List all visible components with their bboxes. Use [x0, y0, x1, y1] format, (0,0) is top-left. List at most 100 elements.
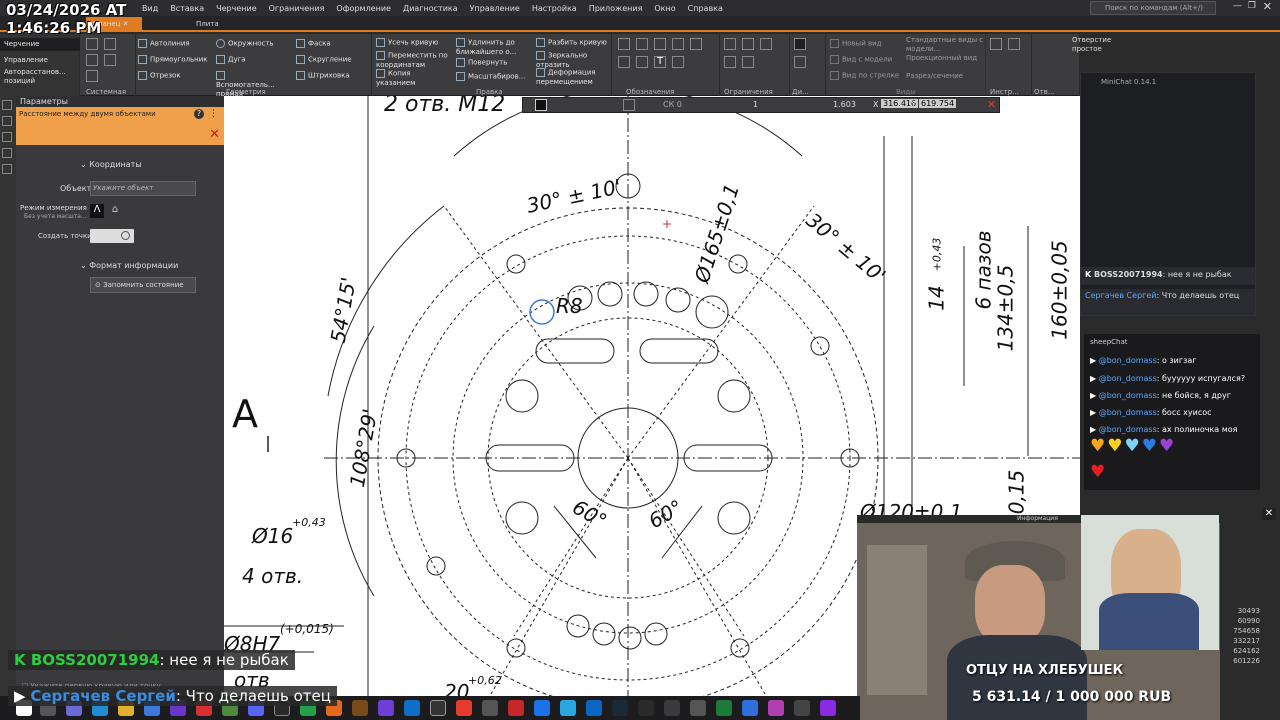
- layer-select[interactable]: 1: [753, 100, 758, 109]
- menu-diagnostics[interactable]: Диагностика: [397, 4, 464, 13]
- app19-icon[interactable]: [742, 700, 758, 716]
- coord-system-select[interactable]: СК 0: [663, 100, 682, 109]
- tab-manage-mode[interactable]: Управление: [4, 56, 48, 65]
- new-doc-icon[interactable]: [86, 38, 98, 50]
- close-icon[interactable]: ✕: [1263, 0, 1272, 13]
- tool-model-view[interactable]: Вид с модели: [830, 55, 892, 65]
- tree-icon[interactable]: [2, 100, 12, 110]
- pin-icon[interactable]: ⋮: [209, 109, 218, 119]
- leader-icon[interactable]: [690, 38, 702, 50]
- y-coordinate[interactable]: 619.754: [919, 99, 957, 108]
- text-icon[interactable]: T: [654, 56, 666, 68]
- constraint-coincide-icon[interactable]: [742, 56, 754, 68]
- constraint-vertical-icon[interactable]: [742, 38, 754, 50]
- tool-segment[interactable]: Отрезок: [138, 71, 181, 81]
- app17-icon[interactable]: [664, 700, 680, 716]
- tool-section[interactable]: Разрез/сечение: [906, 72, 963, 81]
- tool-hole-simple[interactable]: Отверстие простое: [1072, 36, 1128, 54]
- zoom-value[interactable]: 1.603: [833, 100, 856, 109]
- tool-fillet[interactable]: Скругление: [296, 55, 352, 65]
- close-webcam-icon[interactable]: ✕: [1262, 508, 1276, 520]
- tool-rotate[interactable]: Повернуть: [456, 58, 507, 68]
- app11-icon[interactable]: [430, 700, 446, 716]
- help-icon[interactable]: ?: [194, 109, 204, 119]
- radius-dim-icon[interactable]: [654, 38, 666, 50]
- constraint-fix-icon[interactable]: [724, 56, 736, 68]
- tool-arc[interactable]: Дуга: [216, 55, 246, 65]
- tool-deform[interactable]: Деформация перемещением: [536, 68, 610, 87]
- table-icon[interactable]: [672, 56, 684, 68]
- app10-icon[interactable]: [404, 700, 420, 716]
- command-search-input[interactable]: Поиск по командам (Alt+/): [1090, 1, 1216, 15]
- dimension-icon[interactable]: [618, 38, 630, 50]
- menu-help[interactable]: Справка: [682, 4, 729, 13]
- menu-settings[interactable]: Настройка: [526, 4, 583, 13]
- tool-circle[interactable]: Окружность: [216, 39, 274, 49]
- constraint-horizontal-icon[interactable]: [724, 38, 736, 50]
- snap-icon[interactable]: [535, 99, 547, 111]
- brave-icon[interactable]: [456, 700, 472, 716]
- layers-icon[interactable]: [2, 116, 12, 126]
- save-icon[interactable]: [86, 54, 98, 66]
- tool-extend[interactable]: Удлинить до ближайшего о...: [456, 38, 536, 57]
- insert-icon[interactable]: [1008, 38, 1020, 50]
- tool-scale[interactable]: Масштабиров...: [456, 72, 525, 82]
- tool-hatch[interactable]: Штриховка: [296, 71, 350, 81]
- tool-projection-view[interactable]: Проекционный вид: [906, 54, 986, 63]
- diag-icon[interactable]: [794, 56, 806, 68]
- roughness-icon[interactable]: [618, 56, 630, 68]
- menu-format[interactable]: Оформление: [330, 4, 397, 13]
- props-icon[interactable]: [2, 132, 12, 142]
- tab-auto-positions[interactable]: Авторасстанов... позиций: [4, 68, 78, 86]
- open-icon[interactable]: [104, 38, 116, 50]
- history-icon[interactable]: [2, 164, 12, 174]
- print-icon[interactable]: [104, 54, 116, 66]
- minimize-icon[interactable]: —: [1233, 1, 1242, 11]
- tab-drawing-mode[interactable]: Черчение: [0, 38, 80, 51]
- tool-copy[interactable]: Копия указанием: [376, 69, 452, 88]
- menu-insert[interactable]: Вставка: [164, 4, 210, 13]
- app12-icon[interactable]: [482, 700, 498, 716]
- cancel-command-icon[interactable]: ✕: [209, 127, 220, 142]
- app14-icon[interactable]: [534, 700, 550, 716]
- angle-dim-icon[interactable]: [636, 38, 648, 50]
- maximize-icon[interactable]: ❐: [1248, 1, 1256, 11]
- app18-icon[interactable]: [690, 700, 706, 716]
- menu-drawing[interactable]: Черчение: [210, 4, 262, 13]
- menu-window[interactable]: Окно: [648, 4, 681, 13]
- tool-split[interactable]: Разбить кривую: [536, 38, 607, 48]
- tool-chamfer[interactable]: Фаска: [296, 39, 331, 49]
- section-coordinates[interactable]: ⌄ Координаты: [80, 160, 142, 169]
- menu-constraints[interactable]: Ограничения: [263, 4, 331, 13]
- menu-manage[interactable]: Управление: [464, 4, 526, 13]
- measure-icon[interactable]: [794, 38, 806, 50]
- save-state-button[interactable]: ⊙ Запомнить состояние: [90, 277, 196, 293]
- app15-icon[interactable]: [586, 700, 602, 716]
- menu-apps[interactable]: Приложения: [583, 4, 649, 13]
- stop-icon[interactable]: ✕: [987, 98, 996, 111]
- app20-icon[interactable]: [768, 700, 784, 716]
- constraint-parallel-icon[interactable]: [760, 38, 772, 50]
- telegram-icon[interactable]: [560, 700, 576, 716]
- app8-icon[interactable]: [352, 700, 368, 716]
- undo-icon[interactable]: [86, 70, 98, 82]
- section-info-format[interactable]: ⌄ Формат информации: [80, 261, 178, 270]
- app9-icon[interactable]: [378, 700, 394, 716]
- object-input[interactable]: Укажите объект: [90, 181, 196, 196]
- diameter-dim-icon[interactable]: [672, 38, 684, 50]
- tool-trim[interactable]: Усечь кривую: [376, 38, 438, 48]
- excel-icon[interactable]: [716, 700, 732, 716]
- mode-curve-button[interactable]: Λ: [90, 204, 104, 218]
- app13-icon[interactable]: [508, 700, 524, 716]
- steam-icon[interactable]: [612, 700, 628, 716]
- tool-new-view[interactable]: Новый вид: [830, 39, 882, 49]
- base-icon[interactable]: [636, 56, 648, 68]
- list-icon[interactable]: [2, 148, 12, 158]
- tool-arrow-view[interactable]: Вид по стрелке: [830, 71, 899, 81]
- create-points-toggle[interactable]: [90, 229, 134, 243]
- tab-plate[interactable]: Плита конд...: [190, 17, 250, 42]
- app22-icon[interactable]: [820, 700, 836, 716]
- menu-view[interactable]: Вид: [136, 4, 164, 13]
- mode-area-button[interactable]: ⌂: [108, 204, 122, 218]
- app16-icon[interactable]: [638, 700, 654, 716]
